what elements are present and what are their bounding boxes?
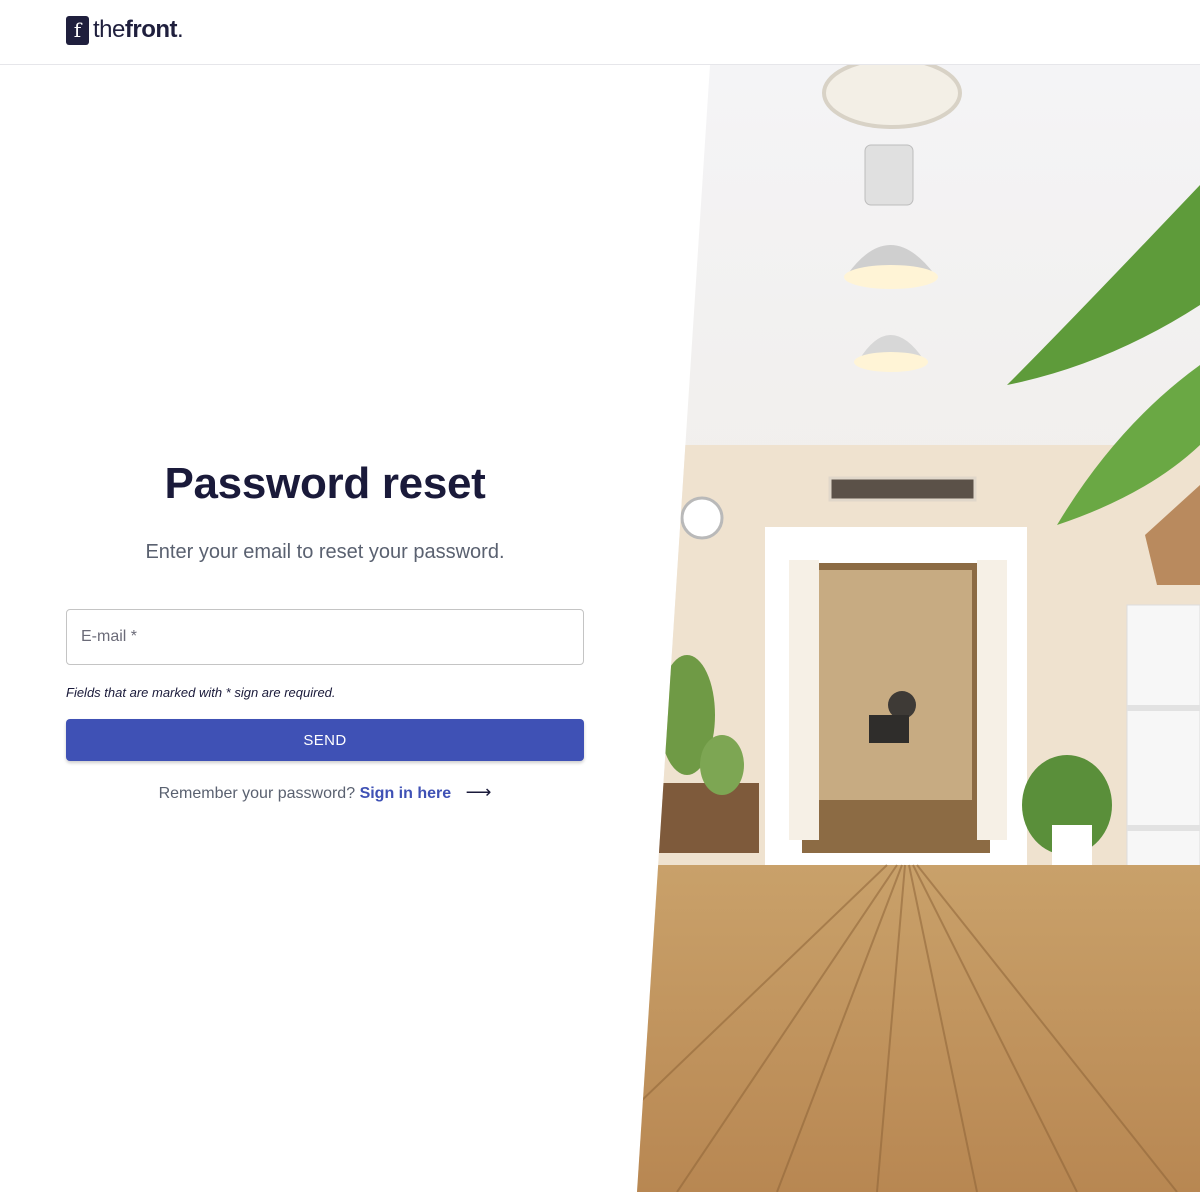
- brand-logo[interactable]: f thefront.: [66, 15, 184, 45]
- remember-password-text: Remember your password?: [158, 785, 356, 802]
- office-room-photo: [637, 65, 1200, 1192]
- reset-panel: Password reset Enter your email to reset…: [0, 65, 650, 1200]
- arrow-right-icon[interactable]: ⟶: [466, 782, 492, 802]
- top-navbar: f thefront.: [0, 0, 1200, 65]
- remember-password-row: Remember your password? Sign in here ⟶: [66, 782, 584, 804]
- password-reset-form: Password reset Enter your email to reset…: [66, 455, 584, 804]
- doorway: [765, 527, 1027, 877]
- page-title: Password reset: [164, 459, 486, 508]
- wall-clock: [680, 496, 724, 540]
- brand-wordmark-bold: front: [124, 16, 178, 43]
- logo-mark-icon: f: [66, 15, 89, 45]
- required-fields-hint: Fields that are marked with * sign are r…: [66, 685, 336, 700]
- send-button[interactable]: SEND: [66, 719, 584, 761]
- sign-in-link[interactable]: Sign in here: [360, 785, 452, 802]
- brand-wordmark-dot: .: [177, 16, 184, 43]
- hero-image: [637, 65, 1200, 1192]
- page-subtitle: Enter your email to reset your password.: [145, 541, 505, 563]
- email-input[interactable]: [67, 610, 583, 664]
- brand-wordmark-light: the: [93, 16, 125, 43]
- brand-wordmark: thefront.: [93, 16, 184, 44]
- wall-heater: [828, 476, 977, 502]
- email-field[interactable]: E-mail *: [66, 609, 584, 665]
